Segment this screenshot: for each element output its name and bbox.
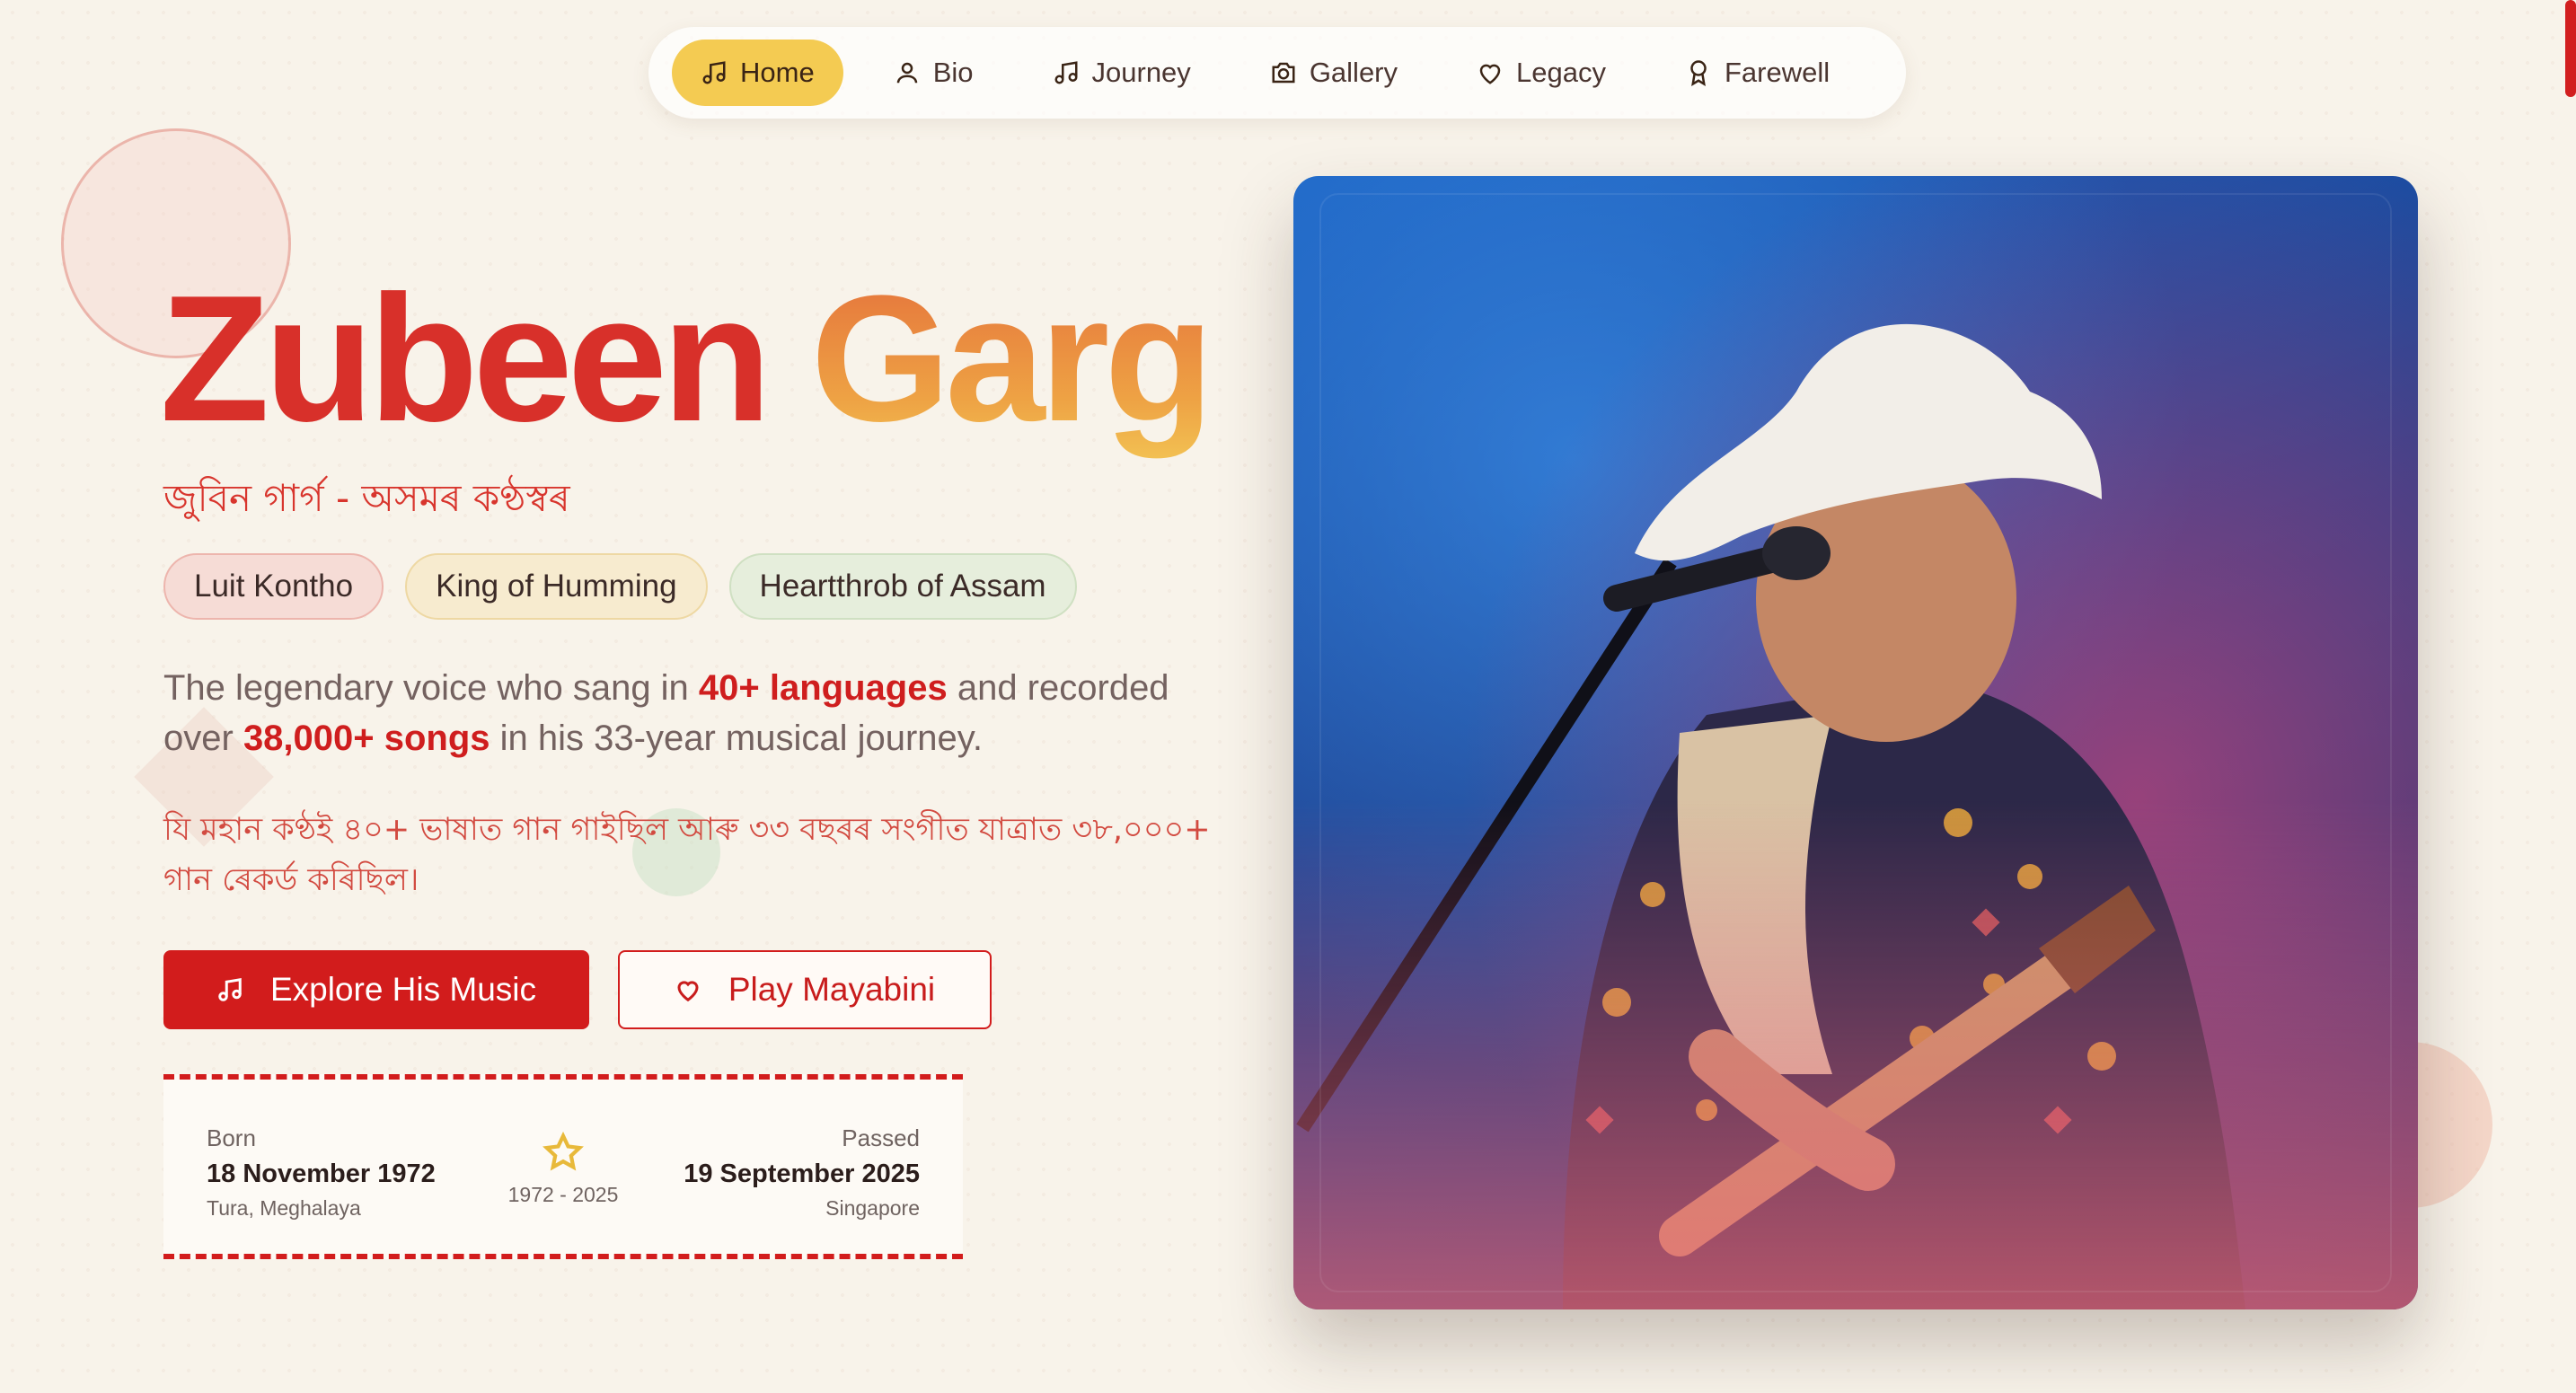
born-block: Born 18 November 1972 Tura, Meghalaya: [207, 1124, 436, 1221]
badge-heartthrob-of-assam: Heartthrob of Assam: [728, 553, 1077, 620]
passed-place: Singapore: [825, 1196, 920, 1220]
music-note-icon: [218, 977, 242, 1001]
description-text: in his 33-year musical journey.: [490, 719, 983, 758]
page-title: Zubeen Garg: [160, 269, 1214, 449]
button-label: Explore His Music: [269, 971, 537, 1008]
award-icon: [1690, 60, 1707, 86]
life-range: 1972 - 2025: [505, 1131, 622, 1207]
nav-item-label: Legacy: [1516, 57, 1606, 88]
nav-item-label: Home: [740, 57, 815, 88]
top-navigation: Home Bio Journey Gallery Legacy Farewell: [648, 27, 1906, 119]
life-range-text: 1972 - 2025: [507, 1183, 619, 1206]
music-note-icon: [1054, 61, 1078, 84]
badge-luit-kontho: Luit Kontho: [163, 553, 384, 620]
hero-description: The legendary voice who sang in 40+ lang…: [163, 663, 1223, 763]
passed-date: 19 September 2025: [684, 1159, 920, 1188]
title-last-name: Garg: [810, 259, 1214, 459]
description-text: The legendary voice who sang in: [163, 668, 699, 708]
nav-item-journey[interactable]: Journey: [1024, 40, 1220, 106]
button-label: Play Mayabini: [728, 971, 936, 1008]
life-dates-card: Born 18 November 1972 Tura, Meghalaya 19…: [163, 1074, 963, 1259]
nav-item-bio[interactable]: Bio: [865, 40, 1002, 106]
nav-item-farewell[interactable]: Farewell: [1656, 40, 1858, 106]
highlight-songs: 38,000+ songs: [243, 719, 490, 758]
nav-item-legacy[interactable]: Legacy: [1448, 40, 1635, 106]
star-icon: [543, 1131, 584, 1171]
scrollbar-thumb[interactable]: [2565, 0, 2576, 97]
passed-block: Passed 19 September 2025 Singapore: [684, 1124, 920, 1221]
title-badges: Luit Kontho King of Humming Heartthrob o…: [163, 553, 1098, 620]
nav-item-gallery[interactable]: Gallery: [1241, 40, 1426, 106]
born-place: Tura, Meghalaya: [207, 1196, 361, 1220]
explore-music-button[interactable]: Explore His Music: [163, 950, 589, 1029]
hero-photo: [1293, 176, 2418, 1309]
nav-item-label: Journey: [1091, 57, 1191, 88]
highlight-languages: 40+ languages: [698, 668, 948, 708]
heart-icon: [1479, 64, 1501, 84]
born-label: Born: [207, 1124, 256, 1151]
passed-label: Passed: [842, 1124, 920, 1151]
assamese-description: যি মহান কণ্ঠই ৪০+ ভাষাত গান গাইছিল আৰু ৩…: [163, 812, 1211, 898]
user-icon: [896, 62, 917, 84]
nav-item-label: Farewell: [1724, 57, 1831, 88]
camera-icon: [1272, 62, 1295, 84]
nav-item-home[interactable]: Home: [672, 40, 843, 106]
nav-item-label: Bio: [932, 57, 974, 88]
play-mayabini-button[interactable]: Play Mayabini: [618, 950, 992, 1029]
nav-item-label: Gallery: [1309, 57, 1398, 88]
assamese-subtitle: জুবিন গাৰ্গ - অসমৰ কণ্ঠস্বৰ: [163, 476, 570, 520]
music-note-icon: [702, 61, 726, 84]
born-date: 18 November 1972: [207, 1159, 436, 1188]
title-first-name: Zubeen: [160, 259, 772, 459]
badge-king-of-humming: King of Humming: [405, 553, 708, 620]
singer-illustration: [1293, 176, 2418, 1309]
heart-icon: [677, 981, 699, 1002]
